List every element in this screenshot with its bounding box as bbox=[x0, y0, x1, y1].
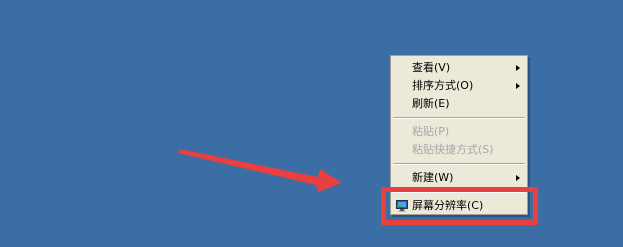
menu-separator bbox=[393, 191, 525, 193]
menu-item-label: 粘贴(P) bbox=[412, 125, 450, 138]
menu-item-label: 新建(W) bbox=[412, 171, 454, 184]
menu-item-view[interactable]: 查看(V) bbox=[391, 59, 527, 77]
menu-item-paste: 粘贴(P) bbox=[391, 123, 527, 141]
menu-item-label: 查看(V) bbox=[412, 61, 451, 74]
desktop-background[interactable] bbox=[0, 0, 623, 247]
menu-item-paste-shortcut: 粘贴快捷方式(S) bbox=[391, 141, 527, 159]
submenu-arrow-icon bbox=[516, 83, 520, 89]
menu-item-label: 排序方式(O) bbox=[412, 79, 474, 92]
menu-item-label: 刷新(E) bbox=[412, 97, 450, 110]
menu-item-screen-resolution[interactable]: 屏幕分辨率(C) bbox=[391, 197, 527, 215]
display-icon bbox=[396, 200, 408, 212]
menu-item-sort-by[interactable]: 排序方式(O) bbox=[391, 77, 527, 95]
menu-separator bbox=[393, 117, 525, 119]
submenu-arrow-icon bbox=[516, 175, 520, 181]
desktop-context-menu: 查看(V) 排序方式(O) 刷新(E) 粘贴(P) 粘贴快捷方式(S) 新建(W… bbox=[390, 55, 528, 215]
menu-item-refresh[interactable]: 刷新(E) bbox=[391, 95, 527, 113]
menu-separator bbox=[393, 163, 525, 165]
submenu-arrow-icon bbox=[516, 65, 520, 71]
menu-item-new[interactable]: 新建(W) bbox=[391, 169, 527, 187]
menu-item-label: 粘贴快捷方式(S) bbox=[412, 143, 494, 156]
menu-item-label: 屏幕分辨率(C) bbox=[412, 199, 484, 212]
